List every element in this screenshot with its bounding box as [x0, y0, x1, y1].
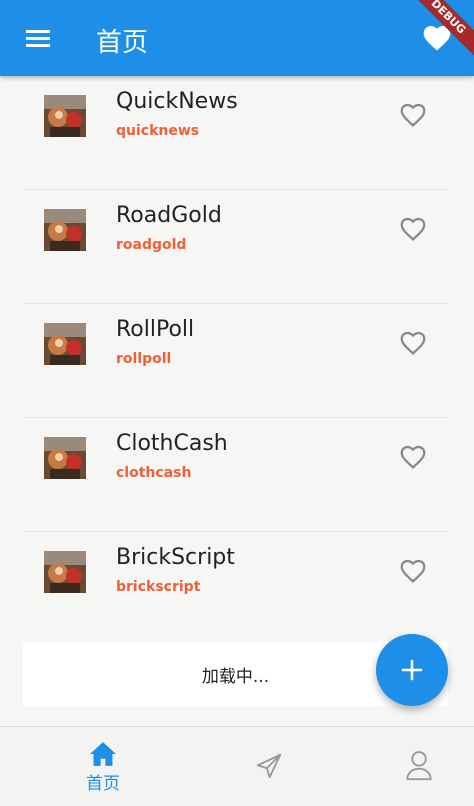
nav-home-label: 首页 [86, 774, 120, 794]
avatar [44, 437, 86, 479]
item-subtitle: clothcash [116, 465, 192, 481]
avatar [44, 209, 86, 251]
avatar [44, 95, 86, 137]
menu-icon[interactable] [20, 24, 56, 54]
item-title: QuickNews [116, 89, 238, 114]
like-heart-icon[interactable] [398, 556, 428, 586]
nav-home[interactable]: 首页 [24, 727, 182, 806]
item-title: BrickScript [116, 545, 235, 570]
item-subtitle: quicknews [116, 123, 200, 139]
bottom-navigation: 首页 [0, 726, 474, 806]
like-heart-icon[interactable] [398, 214, 428, 244]
loading-text: 加载中... [201, 666, 270, 687]
like-heart-icon[interactable] [398, 442, 428, 472]
home-icon [90, 742, 116, 766]
app-bar: 首页 DEBUG [0, 0, 474, 76]
item-subtitle: roadgold [116, 237, 187, 253]
item-title: ClothCash [116, 431, 228, 456]
list-item[interactable]: ClothCash clothcash [24, 418, 448, 532]
item-title: RoadGold [116, 203, 222, 228]
app-list[interactable]: QuickNews quicknews RoadGold roadgold Ro… [0, 76, 474, 726]
item-subtitle: brickscript [116, 579, 201, 595]
send-icon [256, 753, 282, 779]
list-item[interactable]: RoadGold roadgold [24, 190, 448, 304]
list-item[interactable]: QuickNews quicknews [24, 76, 448, 190]
nav-profile[interactable] [340, 727, 474, 806]
add-button[interactable] [376, 634, 448, 706]
list-item[interactable]: BrickScript brickscript [24, 532, 448, 646]
list-item[interactable]: RollPoll rollpoll [24, 304, 448, 418]
avatar [44, 323, 86, 365]
person-icon [406, 751, 432, 781]
avatar [44, 551, 86, 593]
like-heart-icon[interactable] [398, 328, 428, 358]
like-heart-icon[interactable] [398, 100, 428, 130]
item-title: RollPoll [116, 317, 195, 342]
nav-send[interactable] [190, 727, 348, 806]
page-title: 首页 [96, 28, 149, 58]
plus-icon [401, 659, 423, 681]
item-subtitle: rollpoll [116, 351, 172, 367]
